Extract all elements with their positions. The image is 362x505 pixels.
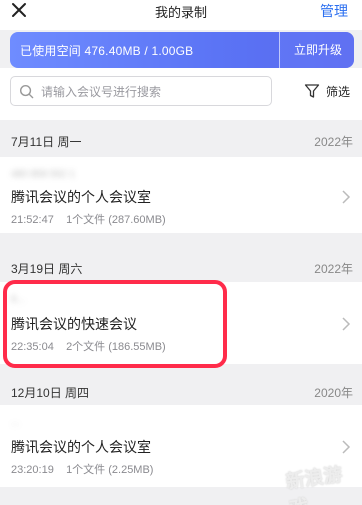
meeting-room-name: 腾讯会议的快速会议: [11, 316, 137, 332]
section-date: 7月11日 周一: [11, 135, 82, 149]
search-input[interactable]: [41, 82, 266, 101]
manage-button[interactable]: 管理: [320, 1, 348, 21]
storage-usage-text: 已使用空间 476.40MB / 1.00GB: [20, 44, 194, 58]
recording-time: 23:20:19: [11, 464, 54, 476]
section-date: 3月19日 周六: [11, 262, 83, 276]
recording-files: 1个文件 (2.25MB): [66, 464, 154, 476]
meeting-id: ...: [11, 417, 20, 428]
recording-item[interactable]: 6... 腾讯会议的快速会议 22:35:04 2个文件 (186.55MB): [0, 282, 362, 364]
section-year: 2022年: [314, 135, 353, 149]
recording-meta: 21:52:47 1个文件 (287.60MB): [11, 211, 166, 227]
meeting-room-name: 腾讯会议的个人会议室: [11, 439, 151, 455]
recording-item[interactable]: 480 858 552 1 腾讯会议的个人会议室 21:52:47 1个文件 (…: [0, 157, 362, 233]
recording-time: 22:35:04: [11, 341, 54, 353]
section-header: 7月11日 周一 2022年: [0, 126, 362, 154]
filter-button[interactable]: 筛选: [304, 81, 350, 101]
upgrade-button[interactable]: 立即升级: [278, 32, 354, 68]
chevron-right-icon: [342, 190, 351, 204]
top-bar: 我的录制 管理: [0, 0, 362, 30]
meeting-id: 6...: [11, 294, 25, 305]
recording-meta: 23:20:19 1个文件 (2.25MB): [11, 461, 153, 477]
recording-meta: 22:35:04 2个文件 (186.55MB): [11, 338, 166, 354]
search-bar: 筛选: [0, 68, 362, 120]
recording-files: 1个文件 (287.60MB): [66, 214, 166, 226]
chevron-right-icon: [342, 440, 351, 454]
search-icon: [19, 84, 34, 99]
meeting-id: 480 858 552 1: [11, 169, 75, 180]
section-year: 2020年: [314, 386, 353, 400]
close-icon[interactable]: [10, 1, 28, 19]
chevron-right-icon: [342, 317, 351, 331]
section-year: 2022年: [314, 262, 353, 276]
filter-label: 筛选: [326, 84, 351, 99]
recording-time: 21:52:47: [11, 214, 54, 226]
section-header: 12月10日 周四 2020年: [0, 377, 362, 405]
meeting-room-name: 腾讯会议的个人会议室: [11, 189, 151, 205]
section-header: 3月19日 周六 2022年: [0, 253, 362, 281]
storage-banner: 已使用空间 476.40MB / 1.00GB 立即升级: [10, 32, 354, 68]
filter-icon: [304, 84, 320, 98]
page-title: 我的录制: [154, 5, 207, 20]
search-field[interactable]: [10, 76, 272, 106]
section-date: 12月10日 周四: [11, 386, 90, 400]
watermark-logo: 新浪游戏: [284, 464, 344, 505]
recording-files: 2个文件 (186.55MB): [66, 341, 166, 353]
